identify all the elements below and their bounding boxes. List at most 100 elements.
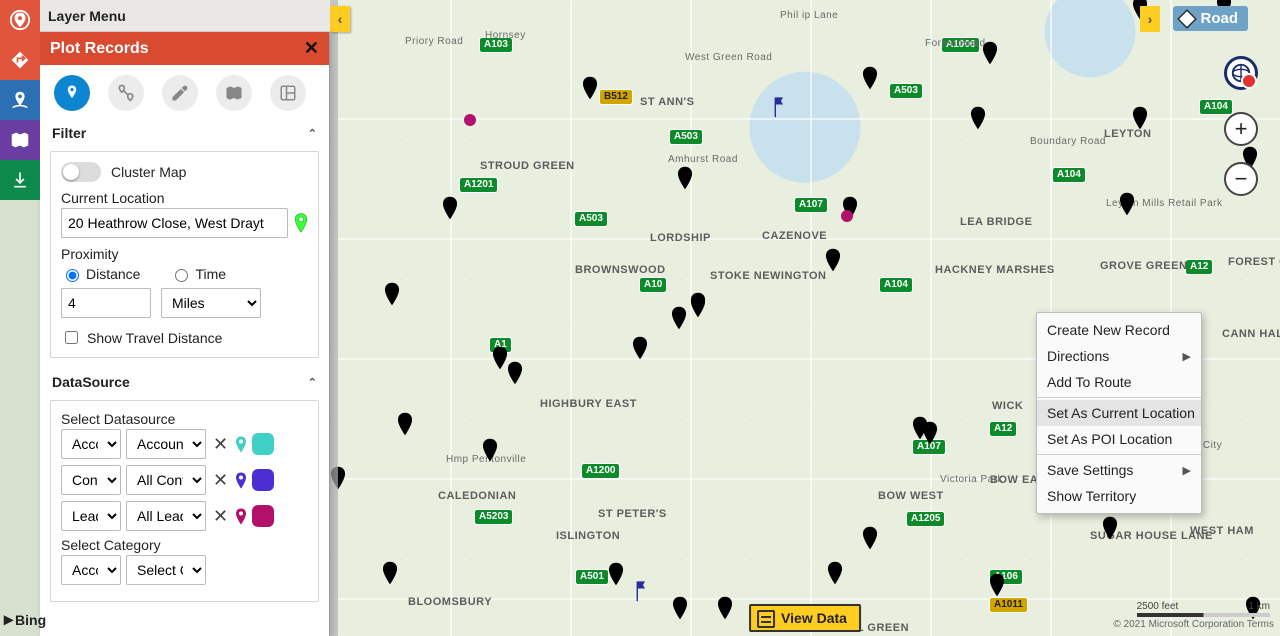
ctx-separator: [1037, 397, 1201, 398]
road-badge: A1201: [460, 178, 497, 192]
map-pin[interactable]: [911, 416, 929, 440]
map-pin[interactable]: [481, 438, 499, 462]
map-pin[interactable]: [981, 41, 999, 65]
tool-route-icon[interactable]: [108, 75, 144, 111]
scale-km: 1 km: [1248, 601, 1270, 612]
chevron-up-icon: ⌃: [308, 376, 317, 389]
tool-template-icon[interactable]: [270, 75, 306, 111]
map-flag-pin[interactable]: [629, 580, 647, 604]
category-view-select[interactable]: Select Cate: [126, 555, 206, 585]
road-badge: A1006: [942, 38, 979, 52]
map-pin[interactable]: [861, 66, 879, 90]
map-pin[interactable]: [826, 561, 844, 585]
remove-ds-icon[interactable]: ✕: [211, 470, 230, 491]
sidebar-poi-icon[interactable]: [0, 80, 40, 120]
ds-view-select[interactable]: Accounts -: [126, 429, 206, 459]
map-pin[interactable]: [396, 412, 414, 436]
zoom-out-button[interactable]: −: [1224, 162, 1258, 196]
zoom-in-button[interactable]: +: [1224, 112, 1258, 146]
proximity-time-radio[interactable]: Time: [170, 266, 226, 282]
map-pin[interactable]: [689, 292, 707, 316]
sidebar-plot-icon[interactable]: [0, 0, 40, 40]
map-pin[interactable]: [441, 196, 459, 220]
ctx-show-territory[interactable]: Show Territory: [1037, 483, 1201, 509]
sidebar-territory-icon[interactable]: [0, 120, 40, 160]
tool-pin-icon[interactable]: [54, 75, 90, 111]
ds-entity-select[interactable]: Lead: [61, 501, 121, 531]
panel-divider[interactable]: [330, 0, 338, 636]
map-dot[interactable]: [464, 114, 476, 126]
map-pin[interactable]: [671, 596, 689, 620]
filter-section-header[interactable]: Filter ⌃: [40, 119, 329, 147]
datasource-section-header[interactable]: DataSource ⌃: [40, 368, 329, 396]
view-data-button[interactable]: View Data: [749, 604, 861, 632]
place-label: LORDSHIP: [650, 232, 711, 244]
ds-view-select[interactable]: All Leads: [126, 501, 206, 531]
ctx-set-current-location[interactable]: Set As Current Location: [1037, 400, 1201, 426]
proximity-distance-radio[interactable]: Distance: [61, 266, 140, 282]
locator-globe-icon[interactable]: [1224, 56, 1258, 90]
ds-view-select[interactable]: All Contacts: [126, 465, 206, 495]
map-pin[interactable]: [607, 562, 625, 586]
map-credits[interactable]: © 2021 Microsoft Corporation Terms: [1113, 619, 1274, 630]
ds-color-swatch[interactable]: [252, 505, 274, 527]
show-travel-checkbox[interactable]: [65, 331, 78, 344]
collapse-panel-handle[interactable]: ‹: [330, 6, 350, 32]
place-label: GROVE GREEN: [1100, 260, 1187, 272]
tool-draw-icon[interactable]: [162, 75, 198, 111]
datasource-row: ContactAll Contacts✕: [61, 465, 308, 495]
map-style-road-chip[interactable]: Road: [1173, 6, 1249, 31]
icon-sidebar: [0, 0, 40, 636]
show-travel-label: Show Travel Distance: [87, 330, 222, 346]
map-pin[interactable]: [631, 336, 649, 360]
map-pin[interactable]: [676, 166, 694, 190]
ds-entity-select[interactable]: Account: [61, 429, 121, 459]
map-pin[interactable]: [1118, 192, 1136, 216]
distance-value-input[interactable]: [61, 288, 151, 318]
current-location-input[interactable]: [61, 208, 288, 238]
panel-tool-row: [40, 65, 329, 119]
scale-bar: 2500 feet 1 km: [1137, 601, 1270, 612]
ds-color-swatch[interactable]: [252, 469, 274, 491]
map-pin[interactable]: [1101, 516, 1119, 540]
map-canvas[interactable]: Road + − Create New Record Directions▶ A…: [330, 0, 1280, 636]
ctx-add-to-route[interactable]: Add To Route: [1037, 369, 1201, 395]
tool-region-icon[interactable]: [216, 75, 252, 111]
sidebar-download-icon[interactable]: [0, 160, 40, 200]
road-badge: A503: [670, 130, 702, 144]
map-pin[interactable]: [506, 361, 524, 385]
map-pin[interactable]: [716, 596, 734, 620]
map-pin[interactable]: [988, 573, 1006, 597]
map-dot[interactable]: [841, 210, 853, 222]
map-pin[interactable]: [581, 76, 599, 100]
distance-unit-select[interactable]: Miles: [161, 288, 261, 318]
map-flag-pin[interactable]: [767, 96, 785, 120]
time-radio-input[interactable]: [175, 269, 188, 282]
ctx-create-new-record[interactable]: Create New Record: [1037, 317, 1201, 343]
ctx-set-poi-location[interactable]: Set As POI Location: [1037, 426, 1201, 452]
map-pin[interactable]: [1131, 106, 1149, 130]
ds-entity-select[interactable]: Contact: [61, 465, 121, 495]
close-icon[interactable]: ✕: [304, 38, 319, 59]
panel-scroll[interactable]: Filter ⌃ Cluster Map Current Location Pr…: [40, 119, 329, 636]
map-pin[interactable]: [381, 561, 399, 585]
bing-icon: ▸: [4, 609, 13, 630]
cluster-map-toggle[interactable]: [61, 162, 101, 182]
remove-ds-icon[interactable]: ✕: [211, 506, 230, 527]
ctx-directions[interactable]: Directions▶: [1037, 343, 1201, 369]
sidebar-directions-icon[interactable]: [0, 40, 40, 80]
place-label: CAZENOVE: [762, 230, 827, 242]
place-label: STOKE NEWINGTON: [710, 270, 827, 282]
collapse-right-handle[interactable]: ›: [1140, 6, 1160, 32]
map-pin[interactable]: [969, 106, 987, 130]
remove-ds-icon[interactable]: ✕: [211, 434, 230, 455]
distance-radio-input[interactable]: [66, 269, 79, 282]
category-entity-select[interactable]: Account: [61, 555, 121, 585]
map-pin[interactable]: [861, 526, 879, 550]
map-pin[interactable]: [383, 282, 401, 306]
ctx-save-settings[interactable]: Save Settings▶: [1037, 457, 1201, 483]
layer-menu-title: Layer Menu: [40, 0, 330, 32]
ds-color-swatch[interactable]: [252, 433, 274, 455]
map-pin[interactable]: [824, 248, 842, 272]
map-pin[interactable]: [670, 306, 688, 330]
